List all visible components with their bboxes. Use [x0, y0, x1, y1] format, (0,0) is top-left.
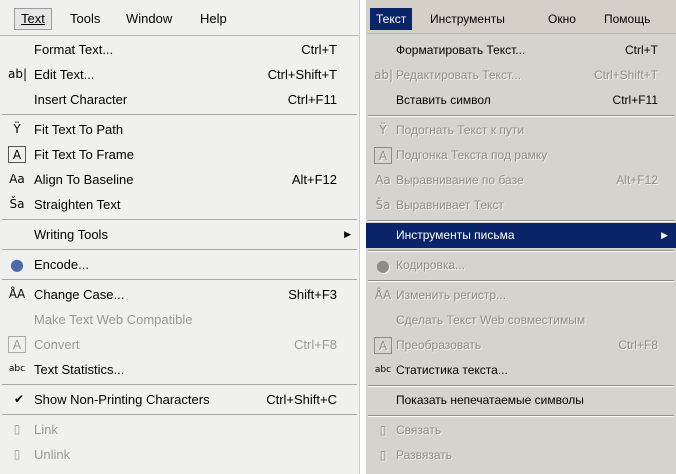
- link-icon: ▯: [13, 422, 21, 436]
- fit-path-icon: Ÿ: [379, 123, 387, 137]
- globe-icon: ●: [10, 255, 24, 274]
- unlink-icon: ▯: [13, 447, 21, 461]
- submenu-arrow-icon: ▶: [344, 229, 351, 239]
- menu-help[interactable]: Help: [194, 8, 233, 30]
- menu-item-writing-tools-ru[interactable]: Инструменты письма ▶: [366, 223, 676, 248]
- menu-item-encode[interactable]: ● Encode...: [0, 252, 359, 277]
- menu-item-straighten-text[interactable]: Ša Straighten Text: [0, 192, 359, 217]
- change-case-icon: ÅA: [8, 287, 26, 301]
- unlink-icon: ▯: [379, 448, 387, 462]
- convert-icon: A: [8, 336, 26, 353]
- menu-help-ru[interactable]: Помощь: [598, 8, 656, 30]
- menu-item-fit-text-to-frame-ru: A Подгонка Текста под рамку: [366, 143, 676, 168]
- menu-item-format-text-ru[interactable]: Форматировать Текст... Ctrl+T: [366, 38, 676, 63]
- statistics-icon: abc: [374, 365, 392, 375]
- menu-item-unlink: ▯ Unlink: [0, 442, 359, 467]
- menu-item-text-statistics-ru[interactable]: abc Статистика текста...: [366, 358, 676, 383]
- menu-item-straighten-text-ru: Ša Выравнивает Текст: [375, 198, 504, 212]
- menu-item-insert-character[interactable]: Insert Character Ctrl+F11: [0, 87, 359, 112]
- menu-item-fit-text-to-frame[interactable]: A Fit Text To Frame: [0, 142, 359, 167]
- baseline-icon: Aa: [375, 173, 391, 187]
- checkmark-icon: ✔: [13, 392, 25, 406]
- globe-icon: ●: [376, 256, 390, 275]
- fit-frame-icon: A: [8, 146, 26, 163]
- menu-item-text-statistics[interactable]: abc Text Statistics...: [0, 357, 359, 382]
- menu-item-link: ▯ Link: [0, 417, 359, 442]
- menu-window[interactable]: Window: [120, 8, 178, 30]
- convert-icon: A: [374, 337, 392, 354]
- edit-text-icon: ab|: [8, 67, 28, 81]
- submenu-arrow-icon: ▶: [661, 230, 668, 240]
- menu-item-show-non-printing-characters-ru[interactable]: Показать непечатаемые символы: [366, 388, 676, 413]
- menu-item-edit-text-ru: ab| Редактировать Текст... Ctrl+Shift+T: [374, 68, 658, 82]
- fit-path-icon: Ÿ: [13, 122, 21, 136]
- menu-item-make-text-web-compatible: Make Text Web Compatible: [34, 312, 193, 327]
- menu-bar-ru: Текст Инструменты Окно Помощь: [366, 0, 676, 34]
- menu-item-unlink-ru: ▯ Развязать: [366, 443, 676, 468]
- menu-bar: Text Tools Window Help: [0, 0, 359, 36]
- statistics-icon: abc: [8, 364, 26, 374]
- menu-item-writing-tools[interactable]: Writing Tools ▶: [0, 222, 359, 247]
- menu-item-edit-text[interactable]: ab| Edit Text... Ctrl+Shift+T: [0, 62, 359, 87]
- straighten-icon: Ša: [9, 197, 25, 211]
- menu-tools-ru[interactable]: Инструменты: [424, 8, 511, 30]
- text-menu-russian: Текст Инструменты Окно Помощь Форматиров…: [366, 0, 676, 474]
- menu-item-show-non-printing-characters[interactable]: ✔ Show Non-Printing Characters Ctrl+Shift+…: [0, 387, 359, 412]
- menu-item-align-to-baseline[interactable]: Aa Align To Baseline Alt+F12: [0, 167, 359, 192]
- edit-text-icon: ab|: [374, 68, 394, 82]
- change-case-icon: ÅA: [374, 288, 392, 302]
- menu-text-ru[interactable]: Текст: [370, 8, 413, 30]
- menu-item-fit-text-to-path[interactable]: Ÿ Fit Text To Path: [0, 117, 359, 142]
- menu-item-change-case-ru: ÅA Изменить регистр...: [374, 288, 507, 302]
- menu-item-convert: A Convert Ctrl+F8: [0, 332, 359, 357]
- menu-item-encode-ru: ● Кодировка...: [366, 253, 676, 278]
- menu-tools[interactable]: Tools: [64, 8, 106, 30]
- fit-frame-icon: A: [374, 147, 392, 164]
- menu-item-change-case[interactable]: ÅA Change Case... Shift+F3: [0, 282, 359, 307]
- straighten-icon: Ša: [375, 198, 391, 212]
- menu-item-make-text-web-compatible-ru: Сделать Текст Web совместимым: [396, 313, 586, 327]
- menu-item-insert-character-ru[interactable]: Вставить символ Ctrl+F11: [366, 88, 676, 113]
- menu-item-link-ru: ▯ Связать: [366, 418, 676, 443]
- text-menu-english: Text Tools Window Help Format Text... Ctr…: [0, 0, 360, 474]
- link-icon: ▯: [379, 423, 387, 437]
- baseline-icon: Aa: [9, 172, 25, 186]
- menu-item-format-text[interactable]: Format Text... Ctrl+T: [0, 37, 359, 62]
- menu-item-convert-ru: A Преобразовать Ctrl+F8: [366, 333, 676, 358]
- menu-window-ru[interactable]: Окно: [542, 8, 582, 30]
- menu-item-fit-text-to-path-ru: Ÿ Подогнать Текст к пути: [366, 118, 676, 143]
- menu-item-align-to-baseline-ru: Aa Выравнивание по базе Alt+F12: [375, 173, 658, 187]
- menu-text[interactable]: Text: [14, 8, 52, 30]
